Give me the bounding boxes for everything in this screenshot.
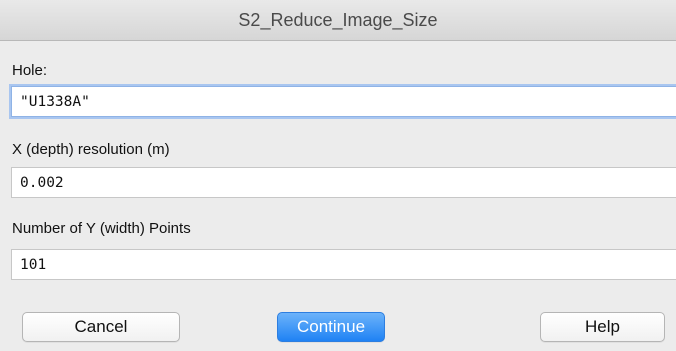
title-bar[interactable]: S2_Reduce_Image_Size <box>0 0 676 41</box>
cancel-button[interactable]: Cancel <box>22 312 180 342</box>
window-title: S2_Reduce_Image_Size <box>238 9 438 30</box>
dialog-window: S2_Reduce_Image_Size Hole: X (depth) res… <box>0 0 676 351</box>
x-resolution-label: X (depth) resolution (m) <box>12 141 170 158</box>
x-resolution-input[interactable] <box>11 167 676 198</box>
help-button[interactable]: Help <box>540 312 665 342</box>
y-points-input[interactable] <box>11 249 676 280</box>
hole-label: Hole: <box>12 62 48 79</box>
hole-input[interactable] <box>11 86 676 117</box>
continue-button[interactable]: Continue <box>277 312 385 342</box>
y-points-label: Number of Y (width) Points <box>12 220 191 237</box>
